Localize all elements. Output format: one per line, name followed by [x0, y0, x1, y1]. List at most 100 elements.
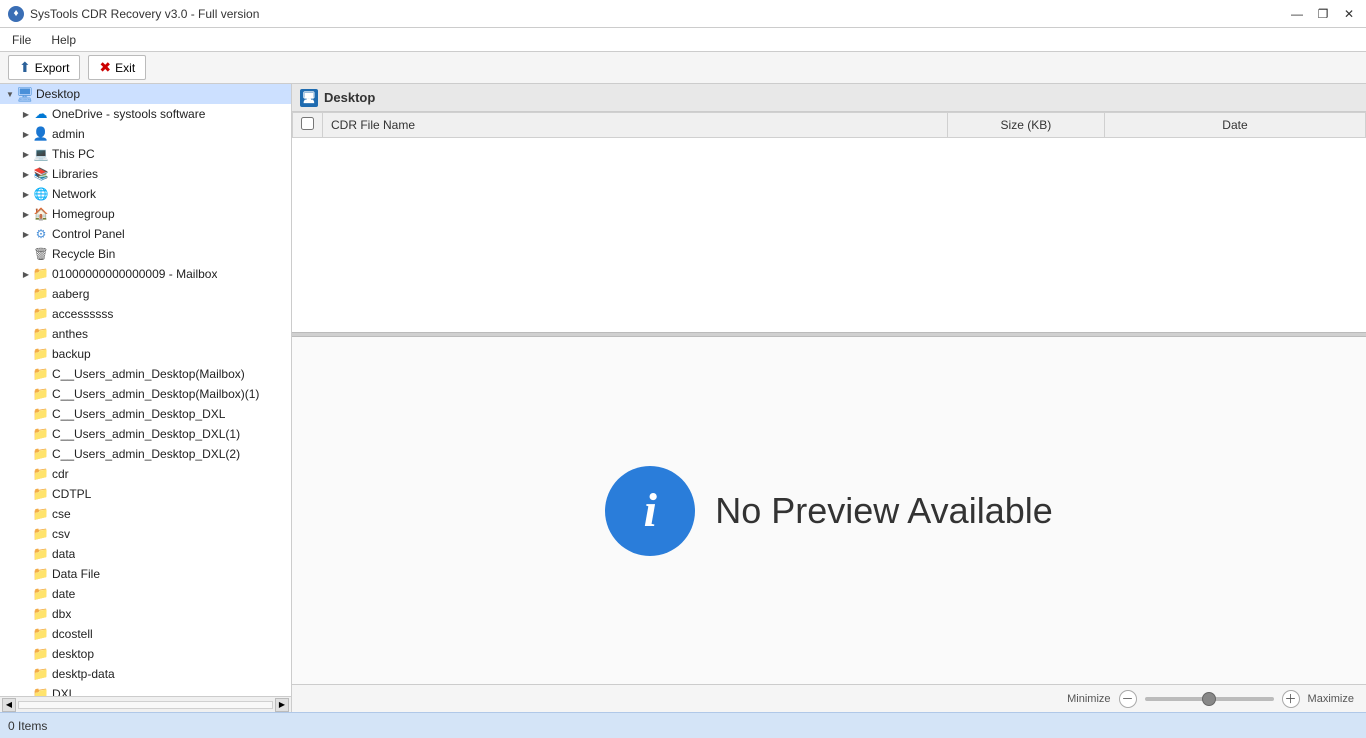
col-name-header: CDR File Name: [323, 113, 948, 138]
tree-item-cdr[interactable]: 📁cdr: [0, 464, 291, 484]
tree-item-cusers_mailbox[interactable]: 📁C__Users_admin_Desktop(Mailbox): [0, 364, 291, 384]
tree-label-anthes: anthes: [52, 327, 88, 341]
tree-item-dbx[interactable]: 📁dbx: [0, 604, 291, 624]
tree-icon-cusers_mailbox: 📁: [33, 366, 49, 382]
tree-item-datafile[interactable]: 📁Data File: [0, 564, 291, 584]
tree-item-accessssss[interactable]: 📁accessssss: [0, 304, 291, 324]
tree-item-cdtpl[interactable]: 📁CDTPL: [0, 484, 291, 504]
scroll-right-btn[interactable]: ▶: [275, 698, 289, 712]
zoom-slider[interactable]: [1145, 697, 1274, 701]
tree-item-date[interactable]: 📁date: [0, 584, 291, 604]
tree-arrow-libraries[interactable]: [20, 168, 32, 180]
file-table-scroll[interactable]: CDR File Name Size (KB) Date: [292, 112, 1366, 332]
tree-item-controlpanel[interactable]: ⚙Control Panel: [0, 224, 291, 244]
menu-help[interactable]: Help: [43, 31, 84, 49]
tree-arrow-onedrive[interactable]: [20, 108, 32, 120]
zoom-in-btn[interactable]: ＋: [1282, 690, 1300, 708]
tree-icon-cse: 📁: [33, 506, 49, 522]
tree-icon-recycle: 🗑: [33, 246, 49, 262]
tree-icon-desktop_item: 📁: [33, 646, 49, 662]
tree-icon-desktp_data: 📁: [33, 666, 49, 682]
tree-arrow-desktop[interactable]: [4, 88, 16, 100]
tree-label-homegroup: Homegroup: [52, 207, 115, 221]
tree-item-cusers_mailbox1[interactable]: 📁C__Users_admin_Desktop(Mailbox)(1): [0, 384, 291, 404]
tree-item-cusers_dxl[interactable]: 📁C__Users_admin_Desktop_DXL: [0, 404, 291, 424]
menu-file[interactable]: File: [4, 31, 39, 49]
items-count: 0 Items: [8, 719, 47, 733]
tree-icon-thispc: 💻: [33, 146, 49, 162]
exit-button[interactable]: ✖ Exit: [88, 55, 146, 80]
tree-item-anthes[interactable]: 📁anthes: [0, 324, 291, 344]
tree-label-desktop_item: desktop: [52, 647, 94, 661]
tree-container: 🖥Desktop☁OneDrive - systools software👤ad…: [0, 84, 291, 712]
minimize-button[interactable]: —: [1288, 5, 1306, 23]
tree-arrow-mailbox1[interactable]: [20, 268, 32, 280]
tree-arrow-network[interactable]: [20, 188, 32, 200]
title-bar-left: ♦ SysTools CDR Recovery v3.0 - Full vers…: [8, 6, 259, 22]
tree-icon-date: 📁: [33, 586, 49, 602]
tree-item-aaberg[interactable]: 📁aaberg: [0, 284, 291, 304]
scroll-track[interactable]: [18, 701, 273, 709]
tree-label-dcostell: dcostell: [52, 627, 93, 641]
tree-label-admin: admin: [52, 127, 85, 141]
tree-icon-accessssss: 📁: [33, 306, 49, 322]
tree-label-date: date: [52, 587, 75, 601]
tree-icon-cusers_dxl2: 📁: [33, 446, 49, 462]
tree-label-mailbox1: 01000000000000009 - Mailbox: [52, 267, 217, 281]
tree-label-csv: csv: [52, 527, 70, 541]
tree-hscrollbar[interactable]: ◀ ▶: [0, 696, 291, 712]
tree-icon-desktop: 🖥: [17, 86, 33, 102]
tree-item-desktop_item[interactable]: 📁desktop: [0, 644, 291, 664]
minimize-zoom-label: Minimize: [1067, 693, 1110, 705]
tree-item-thispc[interactable]: 💻This PC: [0, 144, 291, 164]
tree-arrow-thispc[interactable]: [20, 148, 32, 160]
tree-item-network[interactable]: 🌐Network: [0, 184, 291, 204]
tree-item-recycle[interactable]: 🗑Recycle Bin: [0, 244, 291, 264]
tree-item-libraries[interactable]: 📚Libraries: [0, 164, 291, 184]
tree-label-backup: backup: [52, 347, 91, 361]
tree-label-accessssss: accessssss: [52, 307, 113, 321]
export-icon: ⬆: [19, 59, 31, 76]
close-button[interactable]: ✕: [1340, 5, 1358, 23]
tree-label-cusers_dxl1: C__Users_admin_Desktop_DXL(1): [52, 427, 240, 441]
tree-item-cusers_dxl2[interactable]: 📁C__Users_admin_Desktop_DXL(2): [0, 444, 291, 464]
maximize-button[interactable]: ❐: [1314, 5, 1332, 23]
tree-item-backup[interactable]: 📁backup: [0, 344, 291, 364]
tree-item-desktp_data[interactable]: 📁desktp-data: [0, 664, 291, 684]
tree-icon-aaberg: 📁: [33, 286, 49, 302]
tree-label-aaberg: aaberg: [52, 287, 89, 301]
tree-item-admin[interactable]: 👤admin: [0, 124, 291, 144]
main-container: 🖥Desktop☁OneDrive - systools software👤ad…: [0, 84, 1366, 712]
tree-label-recycle: Recycle Bin: [52, 247, 115, 261]
export-label: Export: [35, 61, 70, 75]
tree-item-mailbox1[interactable]: 📁01000000000000009 - Mailbox: [0, 264, 291, 284]
tree-label-cdr: cdr: [52, 467, 69, 481]
scroll-left-btn[interactable]: ◀: [2, 698, 16, 712]
tree-icon-network: 🌐: [33, 186, 49, 202]
tree-item-desktop[interactable]: 🖥Desktop: [0, 84, 291, 104]
tree-label-onedrive: OneDrive - systools software: [52, 107, 205, 121]
tree-item-dcostell[interactable]: 📁dcostell: [0, 624, 291, 644]
tree-item-csv[interactable]: 📁csv: [0, 524, 291, 544]
tree-item-cusers_dxl1[interactable]: 📁C__Users_admin_Desktop_DXL(1): [0, 424, 291, 444]
tree-label-cusers_dxl: C__Users_admin_Desktop_DXL: [52, 407, 225, 421]
tree-label-datafile: Data File: [52, 567, 100, 581]
tree-item-cse[interactable]: 📁cse: [0, 504, 291, 524]
toolbar: ⬆ Export ✖ Exit: [0, 52, 1366, 84]
tree-item-onedrive[interactable]: ☁OneDrive - systools software: [0, 104, 291, 124]
select-all-checkbox[interactable]: [301, 117, 314, 130]
tree-item-homegroup[interactable]: 🏠Homegroup: [0, 204, 291, 224]
status-bar: 0 Items: [0, 712, 1366, 738]
app-icon: ♦: [8, 6, 24, 22]
preview-panel: i No Preview Available: [292, 337, 1366, 684]
export-button[interactable]: ⬆ Export: [8, 55, 80, 80]
zoom-out-btn[interactable]: －: [1119, 690, 1137, 708]
tree-icon-homegroup: 🏠: [33, 206, 49, 222]
tree-item-data[interactable]: 📁data: [0, 544, 291, 564]
exit-icon: ✖: [99, 59, 111, 76]
tree-arrow-controlpanel[interactable]: [20, 228, 32, 240]
tree-icon-csv: 📁: [33, 526, 49, 542]
tree-arrow-homegroup[interactable]: [20, 208, 32, 220]
tree-arrow-admin[interactable]: [20, 128, 32, 140]
tree-label-desktp_data: desktp-data: [52, 667, 115, 681]
